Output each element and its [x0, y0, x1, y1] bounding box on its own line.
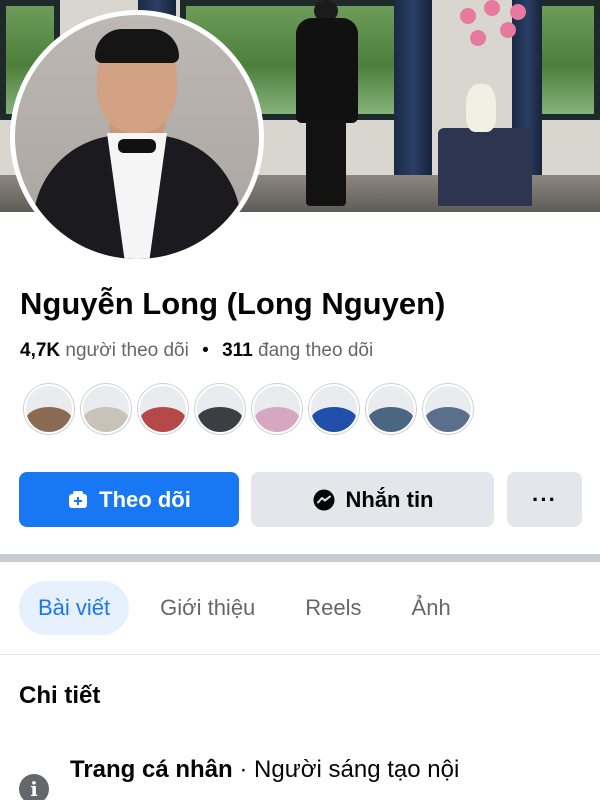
friend-avatar[interactable] — [423, 384, 473, 434]
message-button[interactable]: Nhắn tin — [251, 472, 494, 527]
message-label: Nhắn tin — [345, 486, 434, 512]
profile-stats: 4,7K người theo dõi • 311 đang theo dõi — [20, 340, 373, 362]
follow-label: Theo dõi — [99, 486, 191, 512]
messenger-icon — [312, 488, 336, 512]
tab-3[interactable]: Ảnh — [393, 581, 470, 635]
followers-count[interactable]: 4,7K — [20, 340, 60, 361]
detail-text: Trang cá nhân · Người sáng tạo nội — [70, 756, 459, 784]
follow-button[interactable]: Theo dõi — [19, 472, 239, 527]
tabs-separator — [0, 654, 600, 655]
friend-avatar[interactable] — [309, 384, 359, 434]
cover-table — [438, 128, 532, 206]
friend-avatar[interactable] — [24, 384, 74, 434]
tab-1[interactable]: Giới thiệu — [141, 581, 274, 635]
cover-curtain — [394, 0, 432, 200]
cover-window — [536, 0, 600, 120]
profile-photo — [15, 15, 259, 259]
detail-rest: · Người sáng tạo nội — [232, 756, 460, 783]
friend-avatars — [24, 384, 473, 434]
friend-avatar[interactable] — [81, 384, 131, 434]
profile-name: Nguyễn Long (Long Nguyen) — [20, 286, 446, 321]
tab-0[interactable]: Bài viết — [19, 581, 130, 635]
more-icon: ··· — [532, 486, 557, 512]
following-count[interactable]: 311 — [222, 340, 253, 361]
stats-separator: • — [202, 340, 209, 361]
profile-tabs: Bài viết Giới thiệu Reels Ảnh — [19, 580, 482, 636]
tab-2[interactable]: Reels — [286, 581, 380, 635]
profile-avatar[interactable] — [10, 10, 264, 264]
more-options-button[interactable]: ··· — [507, 472, 582, 527]
friend-avatar[interactable] — [138, 384, 188, 434]
friend-avatar[interactable] — [195, 384, 245, 434]
following-label[interactable]: đang theo dõi — [258, 340, 373, 361]
details-title: Chi tiết — [19, 682, 101, 709]
section-divider — [0, 554, 600, 562]
cover-person — [292, 0, 362, 206]
detail-strong: Trang cá nhân — [70, 756, 233, 783]
follow-icon — [67, 489, 89, 511]
friend-avatar[interactable] — [252, 384, 302, 434]
followers-label[interactable]: người theo dõi — [65, 340, 188, 361]
cover-vase — [466, 84, 496, 132]
cover-flowers — [440, 0, 530, 90]
friend-avatar[interactable] — [366, 384, 416, 434]
info-icon: i — [19, 774, 49, 800]
